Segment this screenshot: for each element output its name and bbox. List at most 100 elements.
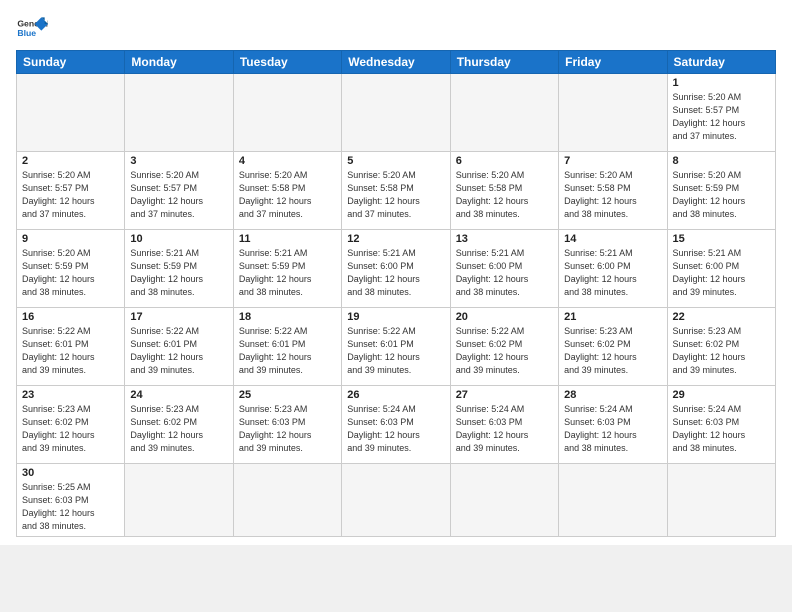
day-number: 26	[347, 389, 444, 401]
calendar-cell: 20Sunrise: 5:22 AM Sunset: 6:02 PM Dayli…	[450, 308, 558, 386]
calendar-cell	[233, 464, 341, 537]
day-number: 28	[564, 389, 661, 401]
calendar-cell: 21Sunrise: 5:23 AM Sunset: 6:02 PM Dayli…	[559, 308, 667, 386]
col-header-wednesday: Wednesday	[342, 51, 450, 74]
day-info: Sunrise: 5:23 AM Sunset: 6:02 PM Dayligh…	[130, 403, 227, 455]
day-number: 21	[564, 311, 661, 323]
day-info: Sunrise: 5:24 AM Sunset: 6:03 PM Dayligh…	[456, 403, 553, 455]
calendar-cell: 4 Sunrise: 5:20 AM Sunset: 5:58 PM Daylig…	[233, 152, 341, 230]
calendar-cell: 13 Sunrise: 5:21 AM Sunset: 6:00 PM Dayli…	[450, 230, 558, 308]
calendar-week-row: 30 Sunrise: 5:25 AM Sunset: 6:03 PM Dayli…	[17, 464, 776, 537]
day-number: 23	[22, 389, 119, 401]
calendar-cell: 28 Sunrise: 5:24 AM Sunset: 6:03 PM Dayli…	[559, 386, 667, 464]
day-number: 3	[130, 155, 227, 167]
day-number: 27	[456, 389, 553, 401]
calendar-cell: 7 Sunrise: 5:20 AM Sunset: 5:58 PM Daylig…	[559, 152, 667, 230]
day-info: Sunrise: 5:25 AM Sunset: 6:03 PM Dayligh…	[22, 481, 119, 533]
calendar-cell: 6Sunrise: 5:20 AM Sunset: 5:58 PM Daylig…	[450, 152, 558, 230]
calendar-week-row: 23 Sunrise: 5:23 AM Sunset: 6:02 PM Dayli…	[17, 386, 776, 464]
calendar-cell: 23Sunrise: 5:23 AM Sunset: 6:02 PM Dayli…	[17, 386, 125, 464]
calendar-cell: 24 Sunrise: 5:23 AM Sunset: 6:02 PM Dayli…	[125, 386, 233, 464]
day-info: Sunrise: 5:23 AM Sunset: 6:03 PM Dayligh…	[239, 403, 336, 455]
page: General Blue SundayMondayTuesdayWednesda…	[0, 0, 792, 545]
logo: General Blue	[16, 12, 48, 44]
day-info: Sunrise: 5:23 AM Sunset: 6:02 PM Dayligh…	[673, 325, 770, 377]
calendar-cell: 10 Sunrise: 5:21 AM Sunset: 5:59 PM Dayli…	[125, 230, 233, 308]
calendar-cell	[559, 464, 667, 537]
col-header-monday: Monday	[125, 51, 233, 74]
day-info: Sunrise: 5:21 AM Sunset: 6:00 PM Dayligh…	[347, 247, 444, 299]
calendar-cell	[667, 464, 775, 537]
calendar-cell	[559, 74, 667, 152]
day-number: 5	[347, 155, 444, 167]
day-number: 19	[347, 311, 444, 323]
calendar-cell: 27 Sunrise: 5:24 AM Sunset: 6:03 PM Dayli…	[450, 386, 558, 464]
calendar-cell: 3 Sunrise: 5:20 AM Sunset: 5:57 PM Daylig…	[125, 152, 233, 230]
calendar-cell	[342, 74, 450, 152]
day-info: Sunrise: 5:22 AM Sunset: 6:01 PM Dayligh…	[130, 325, 227, 377]
day-info: Sunrise: 5:20 AM Sunset: 5:57 PM Dayligh…	[130, 169, 227, 221]
col-header-tuesday: Tuesday	[233, 51, 341, 74]
col-header-sunday: Sunday	[17, 51, 125, 74]
calendar-cell	[233, 74, 341, 152]
day-number: 20	[456, 311, 553, 323]
calendar-cell	[17, 74, 125, 152]
calendar-cell: 19 Sunrise: 5:22 AM Sunset: 6:01 PM Dayli…	[342, 308, 450, 386]
day-number: 12	[347, 233, 444, 245]
day-info: Sunrise: 5:24 AM Sunset: 6:03 PM Dayligh…	[673, 403, 770, 455]
day-number: 9	[22, 233, 119, 245]
calendar-cell: 22Sunrise: 5:23 AM Sunset: 6:02 PM Dayli…	[667, 308, 775, 386]
day-number: 16	[22, 311, 119, 323]
calendar-cell: 14Sunrise: 5:21 AM Sunset: 6:00 PM Dayli…	[559, 230, 667, 308]
day-number: 29	[673, 389, 770, 401]
day-info: Sunrise: 5:21 AM Sunset: 6:00 PM Dayligh…	[673, 247, 770, 299]
day-number: 30	[22, 467, 119, 479]
calendar-week-row: 16 Sunrise: 5:22 AM Sunset: 6:01 PM Dayli…	[17, 308, 776, 386]
svg-text:Blue: Blue	[17, 28, 36, 38]
day-number: 24	[130, 389, 227, 401]
day-number: 2	[22, 155, 119, 167]
day-number: 25	[239, 389, 336, 401]
day-info: Sunrise: 5:21 AM Sunset: 5:59 PM Dayligh…	[130, 247, 227, 299]
calendar-week-row: 9 Sunrise: 5:20 AM Sunset: 5:59 PM Daylig…	[17, 230, 776, 308]
calendar-cell: 2 Sunrise: 5:20 AM Sunset: 5:57 PM Daylig…	[17, 152, 125, 230]
calendar-cell	[125, 464, 233, 537]
day-number: 10	[130, 233, 227, 245]
day-info: Sunrise: 5:22 AM Sunset: 6:01 PM Dayligh…	[347, 325, 444, 377]
day-info: Sunrise: 5:20 AM Sunset: 5:58 PM Dayligh…	[239, 169, 336, 221]
col-header-saturday: Saturday	[667, 51, 775, 74]
calendar-table: SundayMondayTuesdayWednesdayThursdayFrid…	[16, 50, 776, 537]
day-number: 17	[130, 311, 227, 323]
calendar-cell: 9 Sunrise: 5:20 AM Sunset: 5:59 PM Daylig…	[17, 230, 125, 308]
day-number: 11	[239, 233, 336, 245]
calendar-cell: 16 Sunrise: 5:22 AM Sunset: 6:01 PM Dayli…	[17, 308, 125, 386]
day-info: Sunrise: 5:24 AM Sunset: 6:03 PM Dayligh…	[347, 403, 444, 455]
day-number: 15	[673, 233, 770, 245]
day-number: 1	[673, 77, 770, 89]
day-number: 8	[673, 155, 770, 167]
calendar-cell	[450, 74, 558, 152]
calendar-week-row: 2 Sunrise: 5:20 AM Sunset: 5:57 PM Daylig…	[17, 152, 776, 230]
day-info: Sunrise: 5:22 AM Sunset: 6:01 PM Dayligh…	[22, 325, 119, 377]
calendar-cell: 18Sunrise: 5:22 AM Sunset: 6:01 PM Dayli…	[233, 308, 341, 386]
day-info: Sunrise: 5:20 AM Sunset: 5:57 PM Dayligh…	[22, 169, 119, 221]
col-header-thursday: Thursday	[450, 51, 558, 74]
day-info: Sunrise: 5:20 AM Sunset: 5:58 PM Dayligh…	[347, 169, 444, 221]
day-number: 13	[456, 233, 553, 245]
calendar-cell	[342, 464, 450, 537]
day-info: Sunrise: 5:22 AM Sunset: 6:01 PM Dayligh…	[239, 325, 336, 377]
calendar-cell: 29 Sunrise: 5:24 AM Sunset: 6:03 PM Dayli…	[667, 386, 775, 464]
day-number: 4	[239, 155, 336, 167]
day-info: Sunrise: 5:21 AM Sunset: 6:00 PM Dayligh…	[564, 247, 661, 299]
calendar-cell: 11Sunrise: 5:21 AM Sunset: 5:59 PM Dayli…	[233, 230, 341, 308]
calendar-cell: 26 Sunrise: 5:24 AM Sunset: 6:03 PM Dayli…	[342, 386, 450, 464]
day-info: Sunrise: 5:20 AM Sunset: 5:59 PM Dayligh…	[22, 247, 119, 299]
calendar-cell	[450, 464, 558, 537]
day-info: Sunrise: 5:21 AM Sunset: 6:00 PM Dayligh…	[456, 247, 553, 299]
calendar-week-row: 1 Sunrise: 5:20 AM Sunset: 5:57 PM Daylig…	[17, 74, 776, 152]
general-blue-logo-icon: General Blue	[16, 12, 48, 44]
day-number: 7	[564, 155, 661, 167]
day-info: Sunrise: 5:24 AM Sunset: 6:03 PM Dayligh…	[564, 403, 661, 455]
day-info: Sunrise: 5:20 AM Sunset: 5:57 PM Dayligh…	[673, 91, 770, 143]
day-info: Sunrise: 5:20 AM Sunset: 5:58 PM Dayligh…	[564, 169, 661, 221]
